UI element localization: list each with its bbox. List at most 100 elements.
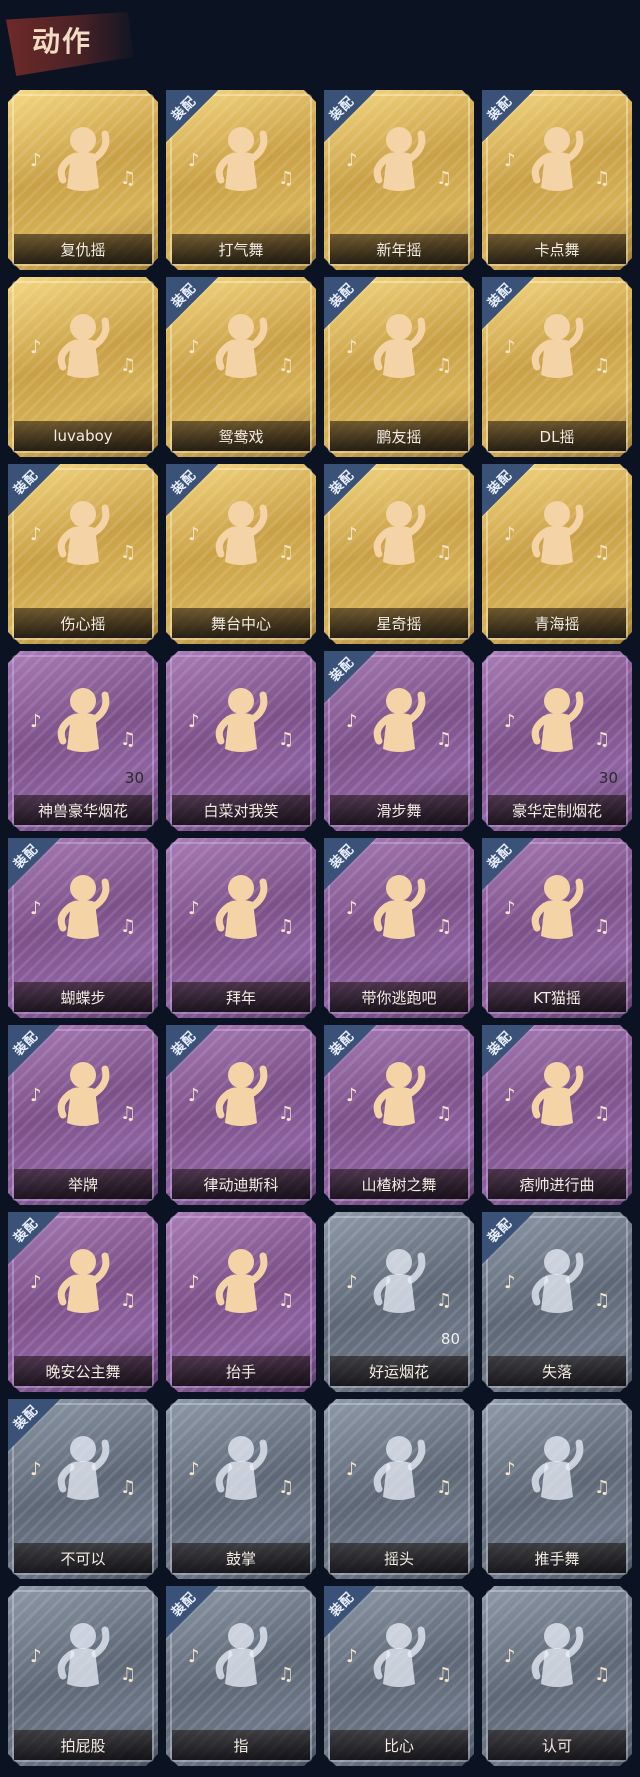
emote-label: 蝴蝶步 (60, 988, 106, 1007)
emote-card[interactable]: ♪ ♫ 装配 晚安公主舞 (8, 1212, 158, 1392)
emote-card[interactable]: ♪ ♫ 装配 带你逃跑吧 (324, 838, 474, 1018)
music-note-icon: ♪ (30, 711, 42, 732)
music-note-icon: ♫ (120, 542, 137, 563)
emote-card[interactable]: ♪ ♫ 认可 (482, 1586, 632, 1766)
equipped-badge-text: 装配 (169, 1028, 200, 1060)
emote-label: 指 (233, 1736, 249, 1755)
label-bar: 不可以 (14, 1543, 152, 1573)
equipped-badge: 装配 (324, 651, 376, 703)
label-bar: 推手舞 (488, 1543, 626, 1573)
label-bar: KT猫摇 (488, 982, 626, 1012)
music-note-icon: ♫ (120, 1477, 137, 1498)
emote-card[interactable]: ♪ ♫ 装配 举牌 (8, 1025, 158, 1205)
emote-label: 打气舞 (218, 240, 264, 259)
music-note-icon: ♪ (504, 1272, 516, 1293)
emote-card[interactable]: ♪ ♫ 装配 滑步舞 (324, 651, 474, 831)
equipped-badge-text: 装配 (327, 1589, 358, 1621)
emote-label: 好运烟花 (368, 1362, 429, 1381)
clap-icon (201, 1427, 281, 1527)
emote-card[interactable]: ♪ ♫ 装配 新年摇 (324, 90, 474, 270)
label-bar: 痞帅进行曲 (488, 1169, 626, 1199)
emote-card[interactable]: ♪ ♫ 装配 山楂树之舞 (324, 1025, 474, 1205)
emote-label: 神兽豪华烟花 (37, 801, 128, 820)
music-note-icon: ♪ (30, 1646, 42, 1667)
item-count: 80 (440, 1330, 460, 1348)
emote-card[interactable]: ♪ ♫ 装配 舞台中心 (166, 464, 316, 644)
emote-card[interactable]: ♪ ♫ 推手舞 (482, 1399, 632, 1579)
music-note-icon: ♫ (436, 542, 453, 563)
equipped-badge: 装配 (8, 838, 60, 890)
emote-card[interactable]: ♪ ♫ 装配 比心 (324, 1586, 474, 1766)
label-bar: DL摇 (488, 421, 626, 451)
label-bar: 鹏友摇 (330, 421, 468, 451)
emote-card[interactable]: ♪ ♫ 装配 KT猫摇 (482, 838, 632, 1018)
music-note-icon: ♫ (278, 542, 295, 563)
music-note-icon: ♪ (346, 711, 358, 732)
music-note-icon: ♫ (278, 355, 295, 376)
emote-label: 滑步舞 (376, 801, 422, 820)
emote-label: 复仇摇 (60, 240, 106, 259)
emote-card[interactable]: ♪ ♫ 白菜对我笑 (166, 651, 316, 831)
music-note-icon: ♪ (188, 337, 200, 358)
emote-card[interactable]: ♪ ♫ 装配 打气舞 (166, 90, 316, 270)
emote-label: 推手舞 (534, 1549, 580, 1568)
music-note-icon: ♪ (188, 1459, 200, 1480)
emote-card[interactable]: ♪ ♫ 80 好运烟花 (324, 1212, 474, 1392)
equipped-badge: 装配 (8, 1399, 60, 1451)
music-note-icon: ♪ (504, 524, 516, 545)
equipped-badge-text: 装配 (327, 280, 358, 312)
emote-card[interactable]: ♪ ♫ 装配 卡点舞 (482, 90, 632, 270)
emote-card[interactable]: ♪ ♫ 装配 伤心摇 (8, 464, 158, 644)
thumbs-up-icon (517, 1614, 597, 1714)
music-note-icon: ♫ (436, 1664, 453, 1685)
emote-label: 拍屁股 (60, 1736, 106, 1755)
emote-card[interactable]: ♪ ♫ 装配 鹏友摇 (324, 277, 474, 457)
emote-card[interactable]: ♪ ♫ 抬手 (166, 1212, 316, 1392)
emote-label: 舞台中心 (210, 614, 271, 633)
emote-card[interactable]: ♪ ♫ 装配指 (166, 1586, 316, 1766)
emote-card[interactable]: ♪ ♫ 装配 痞帅进行曲 (482, 1025, 632, 1205)
music-note-icon: ♫ (278, 1290, 295, 1311)
music-note-icon: ♪ (30, 1085, 42, 1106)
fireworks-icon (43, 679, 123, 779)
emote-card[interactable]: ♪ ♫ 装配 鸳鸯戏 (166, 277, 316, 457)
emote-card[interactable]: ♪ ♫ 装配不可以 (8, 1399, 158, 1579)
emote-card[interactable]: ♪ ♫ 复仇摇 (8, 90, 158, 270)
music-note-icon: ♪ (188, 524, 200, 545)
emote-card[interactable]: ♪ ♫ 摇头 (324, 1399, 474, 1579)
music-note-icon: ♪ (504, 337, 516, 358)
music-note-icon: ♫ (278, 1477, 295, 1498)
emote-card[interactable]: ♪ ♫ 装配 律动迪斯科 (166, 1025, 316, 1205)
label-bar: 青海摇 (488, 608, 626, 638)
equipped-badge: 装配 (482, 1025, 534, 1077)
equipped-badge: 装配 (324, 1025, 376, 1077)
emote-card[interactable]: ♪ ♫ 装配 失落 (482, 1212, 632, 1392)
emote-label: 星奇摇 (376, 614, 422, 633)
emote-card[interactable]: ♪ ♫ 装配 星奇摇 (324, 464, 474, 644)
emote-card[interactable]: ♪ ♫ 拍屁股 (8, 1586, 158, 1766)
label-bar: 拍屁股 (14, 1730, 152, 1760)
equipped-badge-text: 装配 (327, 1028, 358, 1060)
emote-card[interactable]: ♪ ♫ 30 神兽豪华烟花 (8, 651, 158, 831)
emote-card[interactable]: ♪ ♫ 装配 青海摇 (482, 464, 632, 644)
emote-card[interactable]: ♪ ♫ 装配 DL摇 (482, 277, 632, 457)
music-note-icon: ♪ (30, 1459, 42, 1480)
emote-card[interactable]: ♪ ♫ 30 豪华定制烟花 (482, 651, 632, 831)
music-note-icon: ♫ (436, 1103, 453, 1124)
music-note-icon: ♪ (504, 1085, 516, 1106)
equipped-badge-text: 装配 (11, 841, 42, 873)
emote-label: 新年摇 (376, 240, 422, 259)
music-note-icon: ♪ (504, 150, 516, 171)
equipped-badge: 装配 (482, 1212, 534, 1264)
music-note-icon: ♪ (346, 1085, 358, 1106)
emote-card[interactable]: ♪ ♫ 装配 蝴蝶步 (8, 838, 158, 1018)
label-bar: 蝴蝶步 (14, 982, 152, 1012)
emote-card[interactable]: ♪ ♫ 鼓掌 (166, 1399, 316, 1579)
emote-card[interactable]: ♪ ♫ luvaboy (8, 277, 158, 457)
music-note-icon: ♫ (278, 916, 295, 937)
music-note-icon: ♪ (188, 1085, 200, 1106)
emote-card[interactable]: ♪ ♫ 拜年 (166, 838, 316, 1018)
music-note-icon: ♫ (278, 729, 295, 750)
label-bar: 白菜对我笑 (172, 795, 310, 825)
music-note-icon: ♫ (278, 1103, 295, 1124)
